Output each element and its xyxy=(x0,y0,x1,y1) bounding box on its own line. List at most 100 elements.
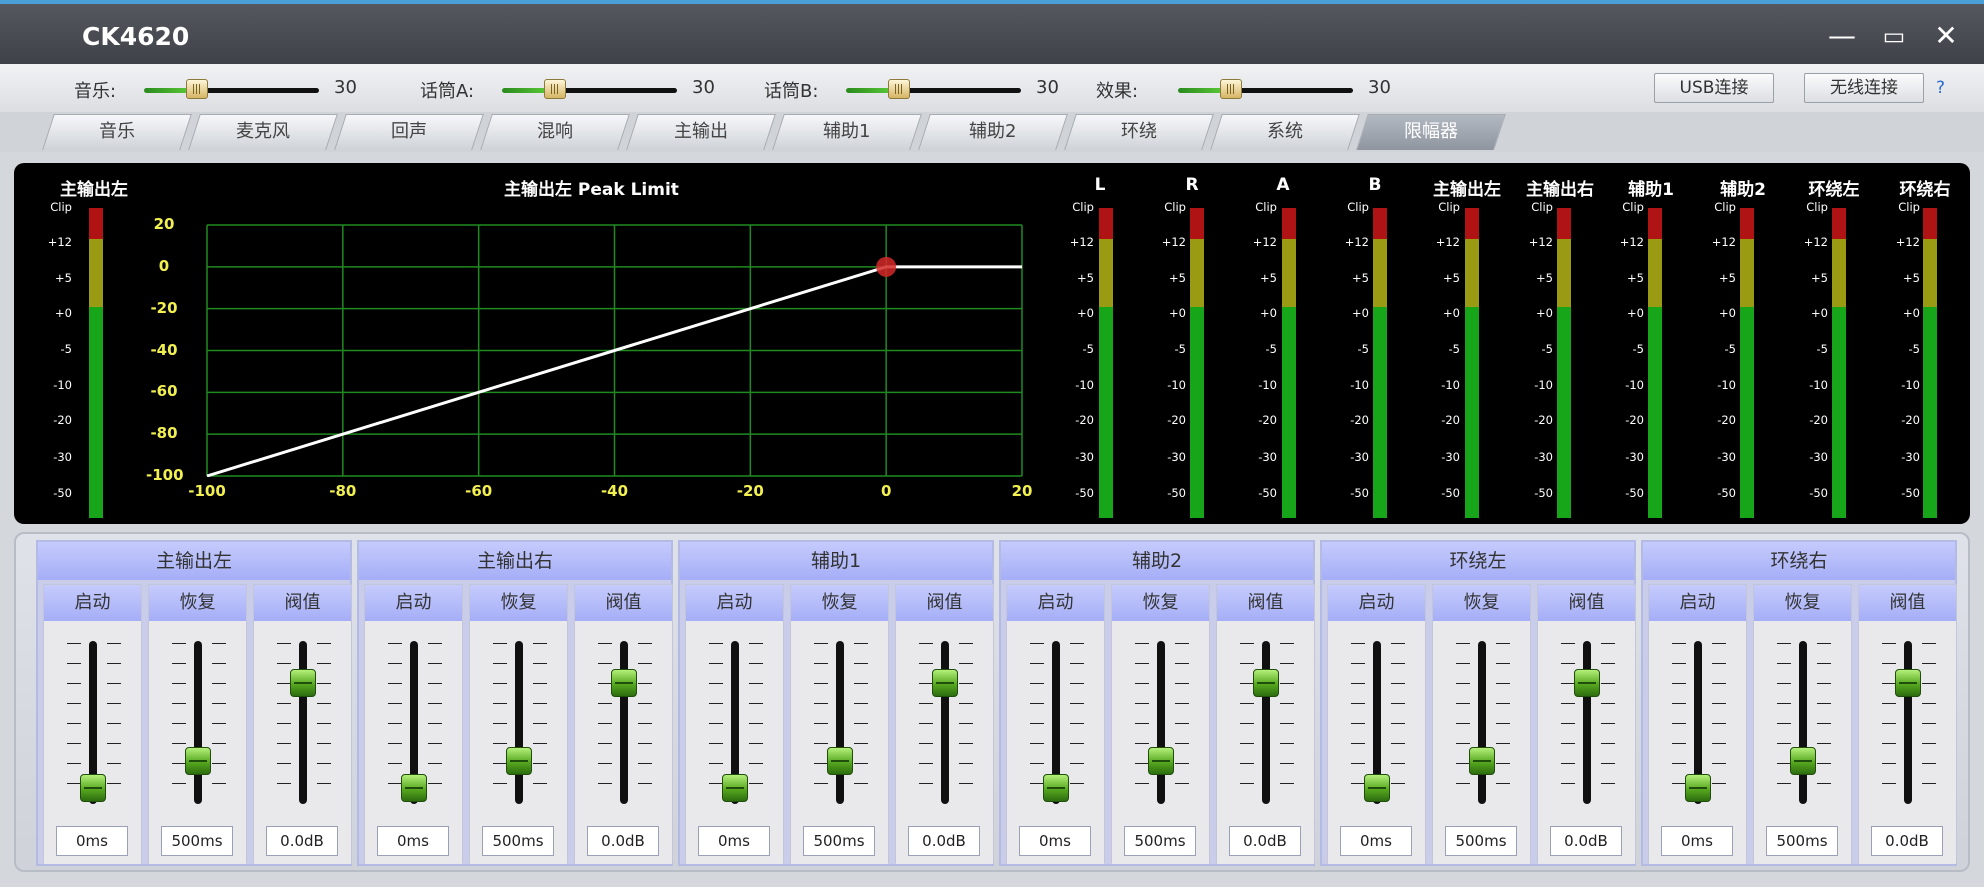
release-slider-track[interactable] xyxy=(836,641,844,804)
title-bar: CK4620 — ▭ ✕ xyxy=(0,0,1984,64)
threshold-value-field[interactable]: 0.0dB xyxy=(587,826,659,856)
release-slider-knob[interactable] xyxy=(827,747,853,775)
attack-value-field[interactable]: 0ms xyxy=(1019,826,1091,856)
release-slider-track[interactable] xyxy=(1478,641,1486,804)
threshold-slider-track[interactable] xyxy=(299,641,307,804)
volume-slider-mic-b[interactable] xyxy=(846,88,1021,93)
threshold-slider-track[interactable] xyxy=(1904,641,1912,804)
limiter-threshold-control: 阀值 0.0dB xyxy=(1858,584,1957,864)
release-slider-knob[interactable] xyxy=(1469,747,1495,775)
close-button[interactable]: ✕ xyxy=(1926,16,1966,56)
tab-0[interactable]: 音乐 xyxy=(42,114,192,150)
attack-value-field[interactable]: 0ms xyxy=(698,826,770,856)
meter-scale-label: -20 xyxy=(1441,413,1460,427)
threshold-value-field[interactable]: 0.0dB xyxy=(266,826,338,856)
threshold-value-field[interactable]: 0.0dB xyxy=(1871,826,1943,856)
slider-ticks xyxy=(212,643,226,803)
threshold-handle[interactable] xyxy=(876,256,897,277)
slider-ticks xyxy=(1175,643,1189,803)
attack-value-field[interactable]: 0ms xyxy=(1661,826,1733,856)
attack-slider-knob[interactable] xyxy=(722,774,748,802)
limit-curve-graph[interactable] xyxy=(192,222,1026,477)
volume-label-mic-b: 话筒B: xyxy=(764,81,819,102)
threshold-slider-track[interactable] xyxy=(1583,641,1591,804)
volume-slider-knob-effect[interactable] xyxy=(1220,79,1242,99)
level-meter xyxy=(1740,208,1754,518)
slider-ticks xyxy=(1351,643,1365,803)
volume-slider-knob-mic-a[interactable] xyxy=(544,79,566,99)
release-slider-knob[interactable] xyxy=(1790,747,1816,775)
release-value-field[interactable]: 500ms xyxy=(803,826,875,856)
volume-slider-knob-music[interactable] xyxy=(186,79,208,99)
tab-1[interactable]: 麦克风 xyxy=(188,114,338,150)
release-slider-knob[interactable] xyxy=(506,747,532,775)
release-value-field[interactable]: 500ms xyxy=(1124,826,1196,856)
tab-4[interactable]: 主输出 xyxy=(626,114,776,150)
meter-scale-label: Clip xyxy=(1622,200,1644,214)
meter-scale-label: Clip xyxy=(1072,200,1094,214)
threshold-value-field[interactable]: 0.0dB xyxy=(908,826,980,856)
release-slider-track[interactable] xyxy=(1157,641,1165,804)
threshold-slider-knob[interactable] xyxy=(290,668,316,697)
attack-value-field[interactable]: 0ms xyxy=(377,826,449,856)
attack-slider-knob[interactable] xyxy=(1685,774,1711,802)
tab-8[interactable]: 系统 xyxy=(1210,114,1360,150)
level-meter xyxy=(1190,208,1204,518)
attack-slider-knob[interactable] xyxy=(80,774,106,802)
meter-scale-label: -10 xyxy=(1258,378,1277,392)
release-slider-track[interactable] xyxy=(194,641,202,804)
release-value-field[interactable]: 500ms xyxy=(161,826,233,856)
volume-slider-knob-mic-b[interactable] xyxy=(888,79,910,99)
slider-ticks xyxy=(1391,643,1405,803)
help-icon[interactable]: ? xyxy=(1936,78,1945,98)
release-slider-track[interactable] xyxy=(515,641,523,804)
threshold-slider-track[interactable] xyxy=(941,641,949,804)
threshold-slider-area: 0.0dB xyxy=(575,621,672,864)
meter-scale-label: +5 xyxy=(1260,271,1277,285)
attack-slider-area: 0ms xyxy=(1007,621,1104,864)
release-slider-area: 500ms xyxy=(149,621,246,864)
meter-name-0: L xyxy=(1094,175,1106,195)
wireless-connect-button[interactable]: 无线连接 xyxy=(1804,73,1924,103)
tab-7[interactable]: 环绕 xyxy=(1064,114,1214,150)
attack-value-field[interactable]: 0ms xyxy=(1340,826,1412,856)
limiter-release-control: 恢复 500ms xyxy=(469,584,568,864)
volume-slider-mic-a[interactable] xyxy=(502,88,677,93)
threshold-slider-knob[interactable] xyxy=(932,668,958,697)
tab-5[interactable]: 辅助1 xyxy=(772,114,922,150)
threshold-slider-knob[interactable] xyxy=(611,668,637,697)
tab-3[interactable]: 混响 xyxy=(480,114,630,150)
level-meter xyxy=(1282,208,1296,518)
attack-label: 启动 xyxy=(686,585,783,621)
meter-scale-label: -50 xyxy=(1350,486,1369,500)
release-slider-track[interactable] xyxy=(1799,641,1807,804)
threshold-value-field[interactable]: 0.0dB xyxy=(1550,826,1622,856)
attack-slider-knob[interactable] xyxy=(401,774,427,802)
threshold-slider-knob[interactable] xyxy=(1574,668,1600,697)
threshold-slider-track[interactable] xyxy=(620,641,628,804)
meter-scale-label: -50 xyxy=(1534,486,1553,500)
threshold-value-field[interactable]: 0.0dB xyxy=(1229,826,1301,856)
tab-9[interactable]: 限幅器 xyxy=(1356,114,1506,150)
threshold-slider-knob[interactable] xyxy=(1895,668,1921,697)
volume-slider-effect[interactable] xyxy=(1178,88,1353,93)
attack-label: 启动 xyxy=(1649,585,1746,621)
tab-6[interactable]: 辅助2 xyxy=(918,114,1068,150)
release-slider-knob[interactable] xyxy=(185,747,211,775)
maximize-button[interactable]: ▭ xyxy=(1874,16,1914,56)
graph-y-tick: -100 xyxy=(146,466,184,484)
attack-slider-knob[interactable] xyxy=(1043,774,1069,802)
minimize-button[interactable]: — xyxy=(1822,16,1862,56)
tab-2[interactable]: 回声 xyxy=(334,114,484,150)
release-value-field[interactable]: 500ms xyxy=(1766,826,1838,856)
usb-connect-button[interactable]: USB连接 xyxy=(1654,73,1774,103)
threshold-slider-track[interactable] xyxy=(1262,641,1270,804)
release-value-field[interactable]: 500ms xyxy=(482,826,554,856)
attack-slider-knob[interactable] xyxy=(1364,774,1390,802)
volume-slider-music[interactable] xyxy=(144,88,319,93)
attack-value-field[interactable]: 0ms xyxy=(56,826,128,856)
release-slider-knob[interactable] xyxy=(1148,747,1174,775)
release-value-field[interactable]: 500ms xyxy=(1445,826,1517,856)
meter-scale-label: +0 xyxy=(1627,306,1644,320)
threshold-slider-knob[interactable] xyxy=(1253,668,1279,697)
